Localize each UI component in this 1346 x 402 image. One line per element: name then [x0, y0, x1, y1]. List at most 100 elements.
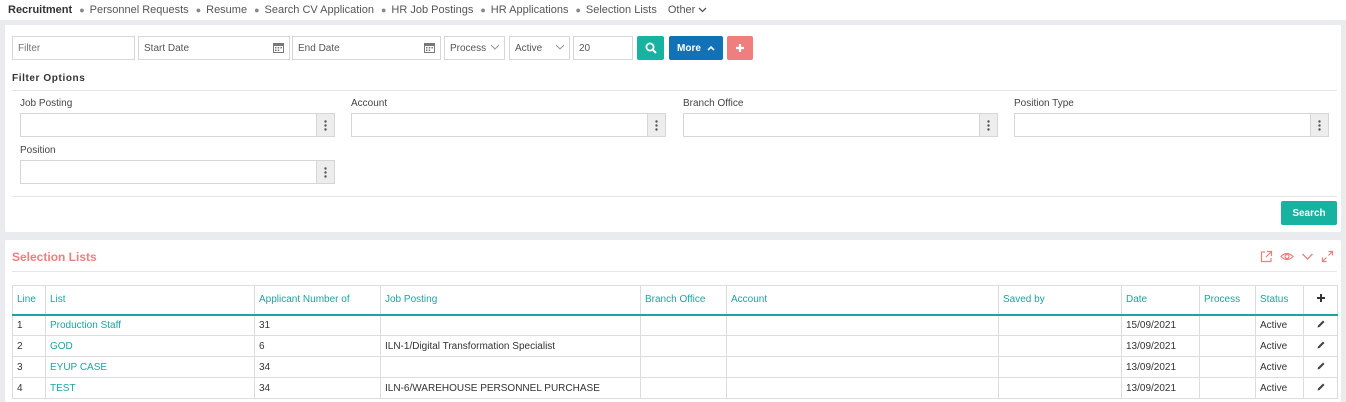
- filter-input[interactable]: [12, 36, 135, 60]
- position-type-field[interactable]: [1014, 113, 1329, 137]
- edit-button[interactable]: [1303, 356, 1338, 378]
- nav-separator: ●: [480, 5, 486, 15]
- cell-saved-by: [998, 356, 1122, 378]
- cell-account: [726, 356, 999, 378]
- cell-branch-office: [640, 314, 727, 336]
- cell-date: 15/09/2021: [1121, 314, 1200, 336]
- more-button[interactable]: More: [669, 36, 723, 60]
- col-header-branch-office[interactable]: Branch Office: [640, 285, 727, 316]
- cell-job-posting: ILN-6/WAREHOUSE PERSONNEL PURCHASE: [380, 377, 641, 399]
- nav-item-search-cv-application[interactable]: Search CV Application: [265, 4, 374, 16]
- edit-button[interactable]: [1303, 335, 1338, 357]
- col-header-saved-by[interactable]: Saved by: [998, 285, 1122, 316]
- page-size-value: 20: [579, 42, 591, 54]
- nav-item-personnel-requests[interactable]: Personnel Requests: [90, 4, 189, 16]
- nav-item-recruitment[interactable]: Recruitment: [8, 4, 72, 16]
- col-header-process[interactable]: Process: [1199, 285, 1256, 316]
- cell-saved-by: [998, 377, 1122, 399]
- cell-branch-office: [640, 377, 727, 399]
- cell-process: [1199, 314, 1256, 336]
- more-options-icon[interactable]: [316, 114, 334, 136]
- edit-button[interactable]: [1303, 314, 1338, 336]
- job-posting-field[interactable]: [20, 113, 335, 137]
- more-options-icon[interactable]: [979, 114, 997, 136]
- chevron-down-icon: [490, 44, 500, 50]
- nav-other-menu[interactable]: Other: [668, 4, 708, 16]
- table-row[interactable]: 4 TEST 34 ILN-6/WAREHOUSE PERSONNEL PURC…: [12, 377, 1338, 399]
- nav-item-resume[interactable]: Resume: [206, 4, 247, 16]
- cell-status: Active: [1255, 377, 1304, 399]
- cell-job-posting: ILN-1/Digital Transformation Specialist: [380, 335, 641, 357]
- search-icon-button[interactable]: [637, 36, 664, 60]
- cell-status: Active: [1255, 335, 1304, 357]
- divider: [12, 196, 1337, 197]
- eye-icon[interactable]: [1280, 250, 1294, 263]
- nav-item-hr-applications[interactable]: HR Applications: [491, 4, 569, 16]
- account-field[interactable]: [351, 113, 666, 137]
- chevron-down-icon[interactable]: [1301, 250, 1314, 263]
- nav-separator: ●: [79, 5, 85, 15]
- table-row[interactable]: 1 Production Staff 31 15/09/2021 Active: [12, 314, 1338, 336]
- col-header-job-posting[interactable]: Job Posting: [380, 285, 641, 316]
- cell-date: 13/09/2021: [1121, 335, 1200, 357]
- list-title: Selection Lists: [12, 250, 97, 264]
- export-icon[interactable]: [1260, 250, 1273, 263]
- end-date-field[interactable]: End Date: [292, 36, 441, 60]
- cell-line: 2: [12, 335, 46, 357]
- table-row[interactable]: 3 EYUP CASE 34 13/09/2021 Active: [12, 356, 1338, 378]
- add-button[interactable]: [727, 36, 753, 60]
- pencil-icon: [1317, 383, 1324, 390]
- add-row-button[interactable]: [1303, 285, 1338, 316]
- chevron-up-icon: [707, 45, 715, 51]
- col-header-list[interactable]: List: [45, 285, 255, 316]
- pencil-icon: [1317, 362, 1324, 369]
- page-size-input[interactable]: 20: [573, 36, 633, 60]
- col-header-applicant-number[interactable]: Applicant Number of: [254, 285, 381, 316]
- status-select-value: Active: [515, 42, 543, 54]
- divider: [12, 90, 1337, 91]
- cell-line: 1: [12, 314, 46, 336]
- cell-date: 13/09/2021: [1121, 356, 1200, 378]
- col-header-status[interactable]: Status: [1255, 285, 1304, 316]
- selection-list-panel: Selection Lists Line List Applicant Numb…: [5, 240, 1341, 402]
- cell-list-link[interactable]: EYUP CASE: [45, 356, 255, 378]
- nav-item-hr-job-postings[interactable]: HR Job Postings: [391, 4, 473, 16]
- cell-applicants: 34: [254, 377, 381, 399]
- process-select[interactable]: Process: [444, 36, 505, 60]
- start-date-field[interactable]: Start Date: [138, 36, 290, 60]
- position-field[interactable]: [20, 160, 335, 184]
- cell-list-link[interactable]: Production Staff: [45, 314, 255, 336]
- search-button[interactable]: Search: [1281, 201, 1337, 225]
- more-options-icon[interactable]: [316, 161, 334, 183]
- table-row[interactable]: 2 GOD 6 ILN-1/Digital Transformation Spe…: [12, 335, 1338, 357]
- search-icon: [645, 42, 657, 54]
- cell-process: [1199, 335, 1256, 357]
- process-select-value: Process: [450, 42, 487, 54]
- more-options-icon[interactable]: [1310, 114, 1328, 136]
- more-options-icon[interactable]: [647, 114, 665, 136]
- selection-list-table: Line List Applicant Number of Job Postin…: [12, 285, 1338, 399]
- calendar-icon[interactable]: [424, 42, 435, 53]
- col-header-date[interactable]: Date: [1121, 285, 1200, 316]
- cell-list-link[interactable]: GOD: [45, 335, 255, 357]
- plus-icon: [1316, 294, 1325, 303]
- cell-status: Active: [1255, 314, 1304, 336]
- expand-icon[interactable]: [1321, 250, 1334, 263]
- status-select[interactable]: Active: [509, 36, 570, 60]
- cell-saved-by: [998, 314, 1122, 336]
- cell-saved-by: [998, 335, 1122, 357]
- col-header-account[interactable]: Account: [726, 285, 999, 316]
- position-label: Position: [20, 145, 56, 156]
- edit-button[interactable]: [1303, 377, 1338, 399]
- cell-list-link[interactable]: TEST: [45, 377, 255, 399]
- nav-separator: ●: [195, 5, 202, 15]
- branch-office-field[interactable]: [683, 113, 998, 137]
- cell-status: Active: [1255, 356, 1304, 378]
- nav-item-selection-lists[interactable]: Selection Lists: [586, 4, 657, 16]
- filter-panel: Start Date End Date Process Active 20 Mo…: [5, 25, 1341, 232]
- cell-account: [726, 335, 999, 357]
- col-header-line[interactable]: Line: [12, 285, 46, 316]
- calendar-icon[interactable]: [273, 42, 284, 53]
- nav-separator: ●: [254, 5, 260, 15]
- nav-separator: ●: [380, 5, 387, 15]
